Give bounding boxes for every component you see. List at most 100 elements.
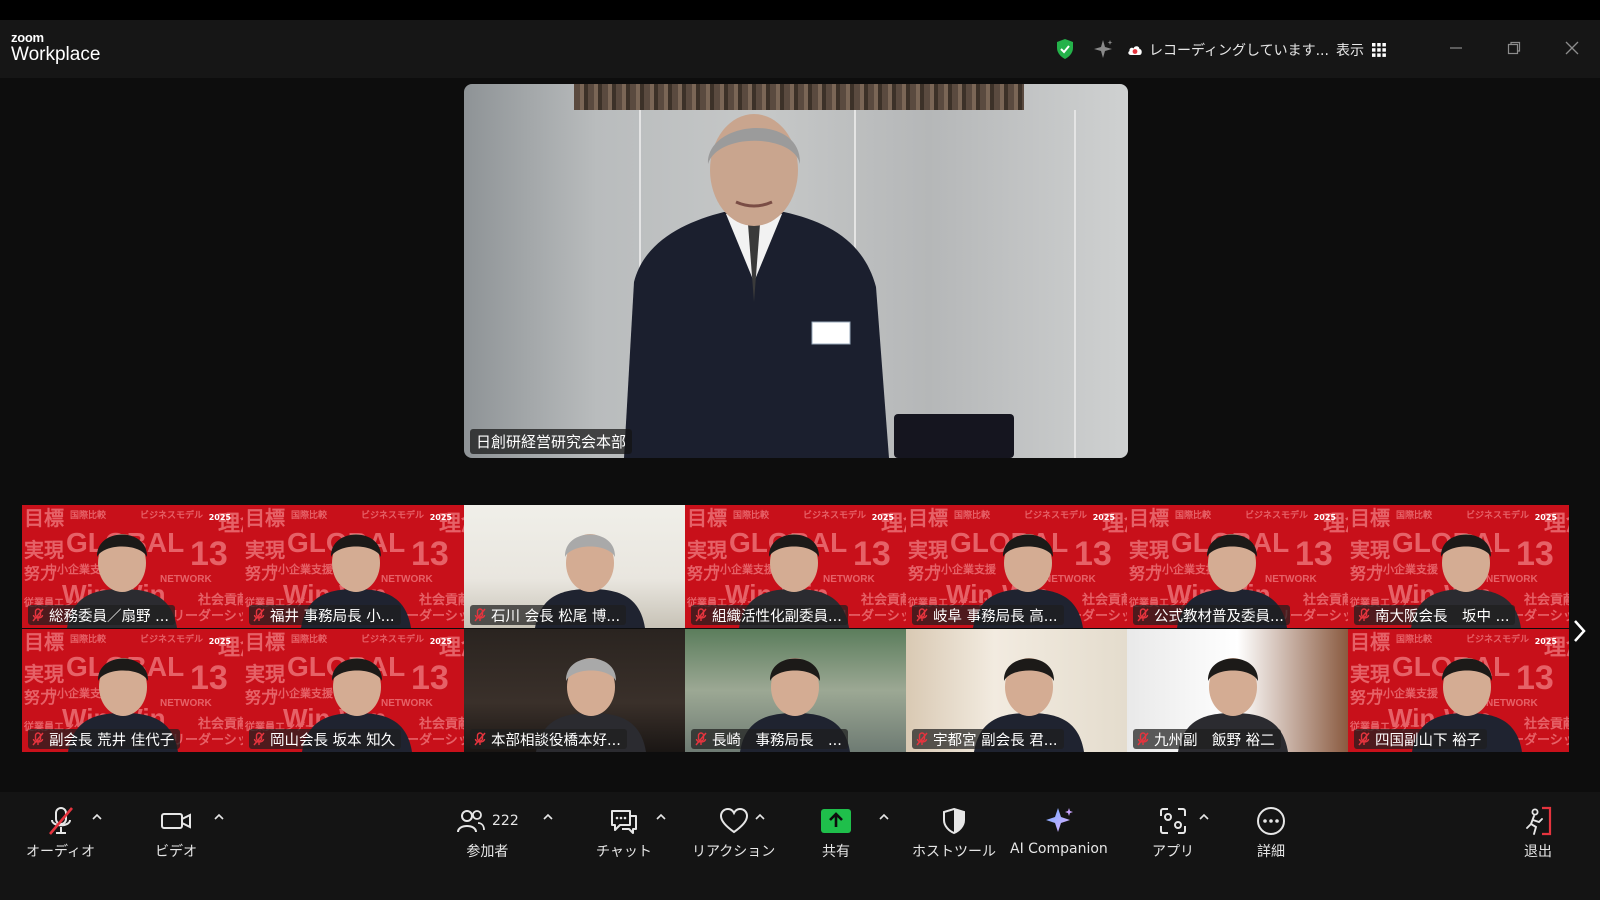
top-strip <box>0 0 1600 20</box>
view-button[interactable]: 表示 <box>1336 40 1386 60</box>
participant-name-tag: 組織活性化副委員... <box>691 605 848 625</box>
participant-name-tag: 長崎 事務局長 ... <box>691 729 848 749</box>
participant-tile[interactable]: 目標国際比較ビジネスモデル実現GLOBAL努力中小企業支援Win-Win13理念… <box>1348 629 1569 752</box>
participant-name-tag: 石川 会長 松尾 博... <box>470 605 627 625</box>
participant-tile[interactable]: 目標国際比較ビジネスモデル実現GLOBAL努力中小企業支援Win-Win13理念… <box>243 505 464 628</box>
brand-workplace: Workplace <box>11 44 101 65</box>
mic-muted-icon <box>1137 608 1149 622</box>
ai-companion-button[interactable]: AI Companion <box>1010 805 1108 857</box>
participant-tile[interactable]: 九州副 飯野 裕二 <box>1127 629 1348 752</box>
mic-muted-icon <box>474 732 486 746</box>
apps-button[interactable]: アプリ <box>1152 805 1194 861</box>
speaker-figure <box>624 114 889 458</box>
mic-muted-icon <box>1358 608 1370 622</box>
participant-name-tag: 南大阪会長 坂中 ... <box>1354 605 1516 625</box>
leave-label: 退出 <box>1524 844 1552 860</box>
video-camera-icon <box>161 813 191 829</box>
reactions-label: リアクション <box>692 844 776 860</box>
participant-name-tag: 宇都宮 副会長 君... <box>912 729 1064 749</box>
chat-icon <box>610 810 637 834</box>
audio-options-chevron-up-icon[interactable] <box>91 812 103 822</box>
participants-icon <box>457 810 485 833</box>
video-label: ビデオ <box>155 844 197 860</box>
recording-text: レコーディングしています... <box>1149 43 1329 59</box>
recording-indicator[interactable]: レコーディングしています... <box>1127 40 1329 60</box>
minimize-icon[interactable] <box>1444 36 1468 60</box>
close-icon[interactable] <box>1560 36 1584 60</box>
bookshelf <box>574 84 1024 110</box>
participant-tile[interactable]: 宇都宮 副会長 君... <box>906 629 1127 752</box>
mic-muted-icon <box>253 608 265 622</box>
speaker-name: 日創研経営研究会本部 <box>470 429 633 454</box>
participant-tile[interactable]: 目標国際比較ビジネスモデル実現GLOBAL努力中小企業支援Win-Win13理念… <box>685 505 906 628</box>
active-speaker-video[interactable]: 日創研経営研究会本部 <box>464 84 1128 458</box>
participants-count: 222 <box>492 813 519 829</box>
participant-name: 公式教材普及委員... <box>1154 608 1284 625</box>
participant-name: 本部相談役橋本好... <box>491 732 621 749</box>
participant-name-tag: 本部相談役橋本好... <box>470 729 627 749</box>
participant-tile[interactable]: 目標国際比較ビジネスモデル実現GLOBAL努力中小企業支援Win-Win13理念… <box>1127 505 1348 628</box>
audio-button[interactable]: オーディオ <box>26 805 95 861</box>
reactions-options-chevron-up-icon[interactable] <box>754 812 766 822</box>
participant-tile[interactable]: 目標国際比較ビジネスモデル実現GLOBAL努力中小企業支援Win-Win13理念… <box>906 505 1127 628</box>
share-label: 共有 <box>822 844 850 860</box>
participant-tile[interactable]: 本部相談役橋本好... <box>464 629 685 752</box>
cloud-record-icon <box>1128 46 1142 55</box>
video-button[interactable]: ビデオ <box>155 805 197 861</box>
participant-name-tag: 九州副 飯野 裕二 <box>1133 729 1281 749</box>
participant-name: 九州副 飯野 裕二 <box>1154 732 1275 749</box>
more-dots-icon <box>1257 807 1285 835</box>
participant-name-tag: 副会長 荒井 佳代子 <box>28 729 181 749</box>
participant-name: 長崎 事務局長 ... <box>712 732 842 749</box>
participant-tile[interactable]: 石川 会長 松尾 博... <box>464 505 685 628</box>
participant-name: 四国副山下 裕子 <box>1375 732 1482 749</box>
host-shield-icon <box>943 807 965 835</box>
participant-name: 福井 事務局長 小... <box>270 608 395 625</box>
chat-button[interactable]: チャット <box>596 805 652 861</box>
participant-name-tag: 公式教材普及委員... <box>1133 605 1290 625</box>
participant-name-tag: 四国副山下 裕子 <box>1354 729 1488 749</box>
video-options-chevron-up-icon[interactable] <box>213 812 225 822</box>
participant-name-tag: 岐阜 事務局長 高... <box>912 605 1064 625</box>
participant-name: 南大阪会長 坂中 ... <box>1375 608 1510 625</box>
mic-muted-icon <box>695 608 707 622</box>
participant-tile[interactable]: 目標国際比較ビジネスモデル実現GLOBAL努力中小企業支援Win-Win13理念… <box>22 505 243 628</box>
audio-label: オーディオ <box>26 844 96 860</box>
participant-name-tag: 総務委員／扇野 ... <box>28 605 175 625</box>
next-page-icon[interactable] <box>1570 616 1588 646</box>
leave-door-icon <box>1526 806 1552 836</box>
view-label: 表示 <box>1336 43 1364 59</box>
participant-tile[interactable]: 目標国際比較ビジネスモデル実現GLOBAL努力中小企業支援Win-Win13理念… <box>1348 505 1569 628</box>
chat-options-chevron-up-icon[interactable] <box>655 812 667 822</box>
participant-name: 岡山会長 坂本 知久 <box>270 732 396 749</box>
ai-companion-sparkle-icon <box>1045 808 1073 832</box>
mic-muted-icon <box>253 732 265 746</box>
bag <box>894 414 1014 458</box>
participants-button[interactable]: 222 参加者 <box>456 805 519 861</box>
share-button[interactable]: 共有 <box>820 805 852 861</box>
restore-icon[interactable] <box>1502 36 1526 60</box>
leave-button[interactable]: 退出 <box>1522 805 1554 861</box>
participant-tile[interactable]: 長崎 事務局長 ... <box>685 629 906 752</box>
participants-label: 参加者 <box>466 844 509 860</box>
participant-name-tag: 岡山会長 坂本 知久 <box>249 729 402 749</box>
partition <box>1074 110 1076 458</box>
participants-options-chevron-up-icon[interactable] <box>542 812 554 822</box>
app-logo: zoom Workplace <box>11 31 100 64</box>
participant-tile[interactable]: 目標国際比較ビジネスモデル実現GLOBAL努力中小企業支援Win-Win13理念… <box>22 629 243 752</box>
participant-name: 岐阜 事務局長 高... <box>933 608 1058 625</box>
share-options-chevron-up-icon[interactable] <box>878 812 890 822</box>
mic-muted-icon <box>1358 732 1370 746</box>
ai-sparkle-icon[interactable] <box>1092 38 1114 64</box>
host-tools-button[interactable]: ホストツール <box>912 805 996 861</box>
brand-zoom: zoom <box>11 30 44 45</box>
encryption-shield-icon[interactable] <box>1055 38 1075 64</box>
mic-muted-icon <box>474 608 486 622</box>
host-tools-label: ホストツール <box>912 844 996 860</box>
mic-muted-icon <box>916 608 928 622</box>
apps-options-chevron-up-icon[interactable] <box>1198 812 1210 822</box>
more-button[interactable]: 詳細 <box>1255 805 1287 861</box>
mic-muted-icon <box>32 732 44 746</box>
participant-tile[interactable]: 目標国際比較ビジネスモデル実現GLOBAL努力中小企業支援Win-Win13理念… <box>243 629 464 752</box>
participant-name: 副会長 荒井 佳代子 <box>49 732 175 749</box>
